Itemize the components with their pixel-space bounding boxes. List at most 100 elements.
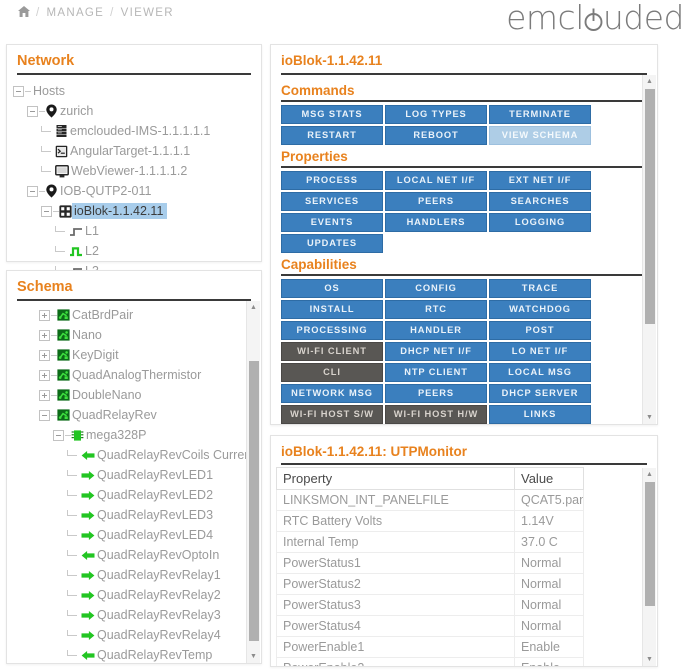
action-button[interactable]: HANDLER [385, 321, 487, 340]
scroll-up-arrow-icon[interactable]: ▲ [247, 301, 260, 314]
action-button[interactable]: DHCP SERVER [489, 384, 591, 403]
scroll-down-arrow-icon[interactable]: ▼ [643, 411, 656, 424]
collapse-icon[interactable] [41, 205, 52, 217]
expand-icon[interactable] [39, 309, 50, 321]
action-button[interactable]: TERMINATE [489, 105, 591, 124]
action-button[interactable]: LOG TYPES [385, 105, 487, 124]
column-header[interactable]: Property [276, 467, 515, 490]
expand-icon[interactable] [39, 329, 50, 341]
detail-scrollbar[interactable]: ▲ ▼ [642, 75, 656, 424]
collapse-icon[interactable] [13, 85, 24, 97]
scroll-up-arrow-icon[interactable]: ▲ [643, 468, 656, 481]
scroll-down-arrow-icon[interactable]: ▼ [643, 653, 656, 666]
tree-node[interactable]: QuadRelayRevLED2 [7, 485, 261, 505]
tree-node[interactable]: zurich [7, 101, 261, 121]
tree-node[interactable]: QuadRelayRevLED4 [7, 525, 261, 545]
action-button[interactable]: MSG STATS [281, 105, 383, 124]
breadcrumb-item-manage[interactable]: MANAGE [47, 7, 105, 19]
tree-node[interactable]: KeyDigit [7, 345, 261, 365]
tree-node[interactable]: QuadRelayRevCoils Current [7, 445, 261, 465]
tree-node[interactable]: CatBrdPair [7, 305, 261, 325]
action-button[interactable]: WATCHDOG [489, 300, 591, 319]
action-button[interactable]: NTP CLIENT [385, 363, 487, 382]
expand-icon[interactable] [39, 349, 50, 361]
scroll-up-arrow-icon[interactable]: ▲ [643, 75, 656, 88]
tree-node[interactable]: QuadRelayRevLED1 [7, 465, 261, 485]
schema-scrollbar[interactable]: ▲ ▼ [246, 301, 260, 663]
tree-node[interactable]: DoubleNano [7, 385, 261, 405]
action-button[interactable]: LINKS [489, 405, 591, 424]
action-button[interactable]: LOGGING [489, 213, 591, 232]
action-button[interactable]: INSTALL [281, 300, 383, 319]
action-button[interactable]: UPDATES [281, 234, 383, 253]
action-button[interactable]: LOCAL NET I/F [385, 171, 487, 190]
expand-icon[interactable] [39, 369, 50, 381]
tree-node[interactable]: L1 [7, 221, 261, 241]
tree-node[interactable]: Hosts [7, 81, 261, 101]
action-button[interactable]: EXT NET I/F [489, 171, 591, 190]
action-button[interactable]: PROCESSING [281, 321, 383, 340]
action-button[interactable]: NETWORK MSG [281, 384, 383, 403]
tree-node[interactable]: L2 [7, 241, 261, 261]
collapse-icon[interactable] [39, 409, 50, 421]
tree-node[interactable]: QuadRelayRevRelay4 [7, 625, 261, 645]
action-button[interactable]: WI-FI CLIENT [281, 342, 383, 361]
table-row[interactable]: RTC Battery Volts 1.14V [276, 510, 584, 532]
action-button[interactable]: LOCAL MSG [489, 363, 591, 382]
action-button[interactable]: HANDLERS [385, 213, 487, 232]
monitor-scrollbar[interactable]: ▲ ▼ [642, 468, 656, 666]
action-button[interactable]: PROCESS [281, 171, 383, 190]
table-row[interactable]: PowerStatus2 Normal [276, 573, 584, 595]
action-button[interactable]: CLI [281, 363, 383, 382]
action-button[interactable]: SEARCHES [489, 192, 591, 211]
detail-scroll-thumb[interactable] [645, 89, 655, 324]
table-row[interactable]: PowerStatus4 Normal [276, 615, 584, 637]
tree-node[interactable]: IOB-QUTP2-011 [7, 181, 261, 201]
action-button[interactable]: TRACE [489, 279, 591, 298]
action-button[interactable]: DHCP NET I/F [385, 342, 487, 361]
breadcrumb-item-viewer[interactable]: VIEWER [121, 7, 174, 19]
tree-node[interactable]: QuadRelayRevRelay1 [7, 565, 261, 585]
tree-node[interactable]: AngularTarget-1.1.1.1 [7, 141, 261, 161]
tree-node[interactable]: Nano [7, 325, 261, 345]
schema-scroll-thumb[interactable] [249, 361, 259, 641]
tree-node[interactable]: QuadAnalogThermistor [7, 365, 261, 385]
tree-node[interactable]: QuadRelayRevOptoIn [7, 545, 261, 565]
table-row[interactable]: PowerStatus3 Normal [276, 594, 584, 616]
action-button[interactable]: WI-FI HOST S/W [281, 405, 383, 424]
monitor-scroll-thumb[interactable] [645, 482, 655, 606]
network-tree[interactable]: Hosts zurich emclouded-IMS-1.1.1.1.1 Angula… [7, 75, 261, 301]
collapse-icon[interactable] [27, 185, 38, 197]
action-button[interactable]: CONFIG [385, 279, 487, 298]
expand-icon[interactable] [39, 389, 50, 401]
action-button[interactable]: SERVICES [281, 192, 383, 211]
tree-node[interactable]: QuadRelayRevTemp [7, 645, 261, 663]
action-button[interactable]: RTC [385, 300, 487, 319]
table-row[interactable]: PowerEnable1 Enable [276, 636, 584, 658]
schema-tree[interactable]: CatBrdPair Nano KeyDigit QuadAnalogThermist… [7, 301, 261, 663]
column-header[interactable]: Value [514, 467, 584, 490]
home-icon[interactable] [18, 6, 30, 20]
action-button[interactable]: WI-FI HOST H/W [385, 405, 487, 424]
action-button[interactable]: EVENTS [281, 213, 383, 232]
table-row[interactable]: LINKSMON_INT_PANELFILE QCAT5.pan [276, 489, 584, 511]
action-button[interactable]: VIEW SCHEMA [489, 126, 591, 145]
table-row[interactable]: Internal Temp 37.0 C [276, 531, 584, 553]
action-button[interactable]: REBOOT [385, 126, 487, 145]
table-row[interactable]: PowerEnable2Enable [276, 657, 584, 666]
action-button[interactable]: PEERS [385, 384, 487, 403]
tree-node[interactable]: ioBlok-1.1.42.11 [7, 201, 261, 221]
tree-node[interactable]: emclouded-IMS-1.1.1.1.1 [7, 121, 261, 141]
tree-node[interactable]: QuadRelayRevRelay3 [7, 605, 261, 625]
tree-node[interactable]: QuadRelayRevLED3 [7, 505, 261, 525]
tree-node[interactable]: QuadRelayRev [7, 405, 261, 425]
action-button[interactable]: POST [489, 321, 591, 340]
collapse-icon[interactable] [53, 429, 64, 441]
action-button[interactable]: RESTART [281, 126, 383, 145]
tree-node[interactable]: WebViewer-1.1.1.1.2 [7, 161, 261, 181]
table-row[interactable]: PowerStatus1 Normal [276, 552, 584, 574]
collapse-icon[interactable] [27, 105, 38, 117]
tree-node[interactable]: QuadRelayRevRelay2 [7, 585, 261, 605]
action-button[interactable]: OS [281, 279, 383, 298]
action-button[interactable]: PEERS [385, 192, 487, 211]
